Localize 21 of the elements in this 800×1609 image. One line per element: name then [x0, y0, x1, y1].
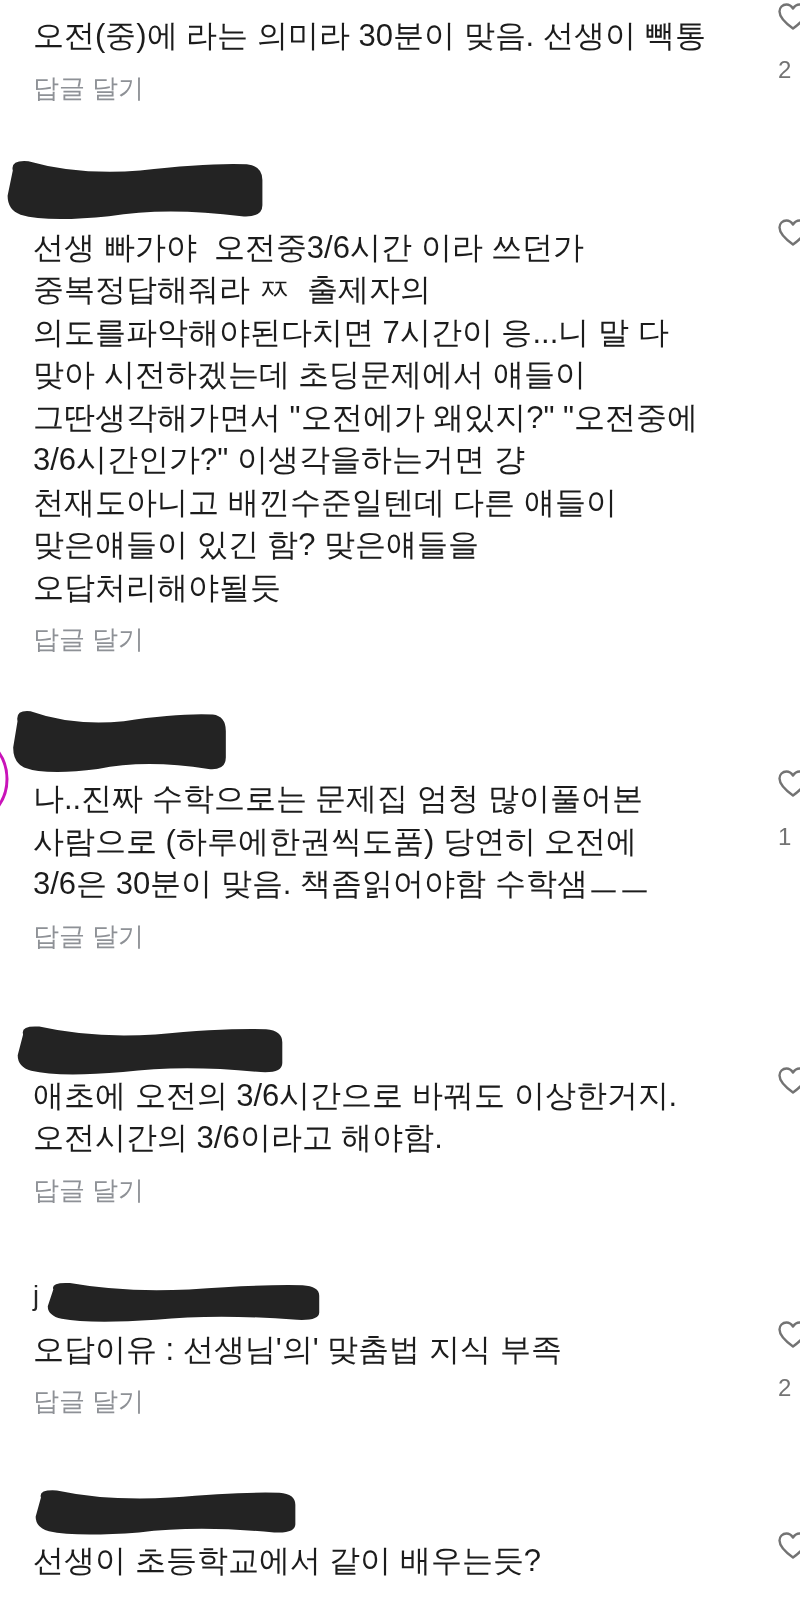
heart-icon[interactable]	[778, 1066, 800, 1095]
reply-button[interactable]: 답글 달기	[33, 618, 145, 660]
comment-text: 나..진짜 수학으로는 문제집 엄청 많이풀어본 사람으로 (하루에한권씩도품) 당연히 오전에 3/6은 30분이 맞음. 책좀읽어야함 수학샘ㅡㅡ	[33, 780, 650, 903]
comment-text: 오답이유 : 선생님'의' 맞춤법 지식 부족	[33, 1330, 562, 1369]
comment-text: 선생이 초등학교에서 같이 배우는듯?	[33, 1542, 542, 1580]
heart-icon[interactable]	[778, 1532, 800, 1560]
reply-button[interactable]: 답글 달기	[33, 1380, 145, 1422]
like-count: 2	[778, 58, 792, 82]
comment-text: 애초에 오전의 3/6시간으로 바꿔도 이상한거지. 오전시간의 3/6이라고 해야함.	[33, 1076, 678, 1157]
comment-text: 오전(중)에 라는 의미라 30분이 맞음. 선생이 빽통	[33, 17, 707, 55]
username[interactable]: j	[33, 1280, 39, 1311]
reply-button[interactable]: 답글 달기	[33, 66, 145, 109]
reply-button[interactable]: 답글 달기	[33, 914, 145, 957]
heart-icon[interactable]	[778, 770, 800, 798]
comment-text: 선생 빠가야 오전중3/6시간 이라 쓰던가 중복정답해줘라 ㅉ 출제자의 의도를파악해야된다치면 7시간이 응...니 말 다 맞아 시전하겠는데 초딩문제에서 얘들이 그딴생각해가면서 "오전에가 왜있지?" "오전중에 3/6시간인가?" 이생각을하는거면 걍 천재도아니고 배낀수준일텐데 다른 얘들이 맞은얘들이 있긴 함? 맞은얘들을 오답처리해야될듯	[33, 228, 699, 607]
heart-icon[interactable]	[778, 3, 800, 31]
like-count: 2	[778, 1375, 792, 1400]
heart-icon[interactable]	[778, 1320, 800, 1349]
reply-button[interactable]: 답글 달기	[33, 1168, 145, 1211]
like-count: 1	[778, 825, 792, 849]
heart-icon[interactable]	[778, 218, 800, 247]
